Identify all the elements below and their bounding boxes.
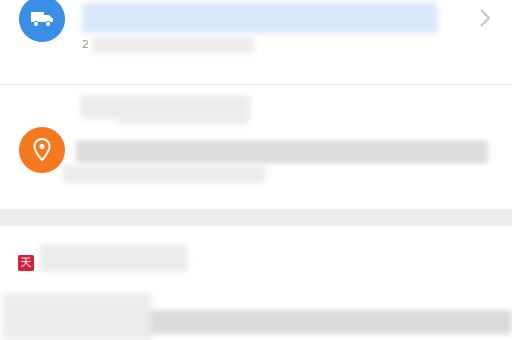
product-image[interactable] [2, 294, 152, 340]
recipient-phone [118, 115, 248, 125]
location-pin-icon [19, 127, 65, 173]
logistics-time-blur [92, 36, 254, 54]
tmall-badge-icon: 天 [18, 255, 34, 271]
store-card[interactable] [0, 226, 512, 340]
address-detail [76, 141, 488, 163]
section-gap [0, 209, 512, 225]
logistics-status-text [82, 3, 438, 33]
logistics-card[interactable]: 2 [0, 0, 512, 84]
address-card[interactable] [0, 85, 512, 209]
store-name [40, 244, 188, 272]
logistics-timestamp: 2 [82, 38, 89, 51]
chevron-right-icon[interactable] [477, 8, 493, 28]
truck-icon [19, 0, 65, 42]
product-title[interactable] [150, 310, 512, 334]
address-detail-line2 [62, 165, 266, 183]
